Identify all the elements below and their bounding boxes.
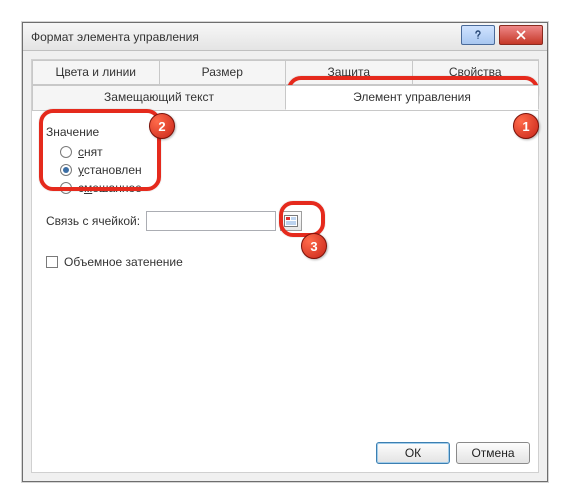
radio-checked[interactable]: установлен: [60, 163, 524, 177]
dialog-footer: ОК Отмена: [376, 442, 530, 464]
cell-link-label: Связь с ячейкой:: [46, 214, 140, 228]
cancel-button[interactable]: Отмена: [456, 442, 530, 464]
radio-unchecked[interactable]: снят: [60, 145, 524, 159]
radio-label: снят: [78, 145, 103, 159]
close-icon: [515, 29, 527, 41]
tab-colors-and-lines[interactable]: Цвета и линии: [32, 60, 160, 84]
tab-protection[interactable]: Защита: [285, 60, 413, 84]
radio-label: смешанное: [78, 181, 142, 195]
help-button[interactable]: [461, 25, 495, 45]
shading-checkbox-row[interactable]: Объемное затенение: [46, 255, 524, 269]
shading-label: Объемное затенение: [64, 255, 183, 269]
radio-icon: [60, 146, 72, 158]
tab-properties[interactable]: Свойства: [412, 60, 540, 84]
help-icon: [472, 29, 484, 41]
tabs-row-1: Цвета и линии Размер Защита Свойства: [32, 60, 538, 85]
cell-picker-button[interactable]: [280, 211, 302, 231]
radio-mixed[interactable]: смешанное: [60, 181, 524, 195]
tab-size[interactable]: Размер: [159, 60, 287, 84]
tabs-row-2: Замещающий текст Элемент управления: [32, 85, 538, 111]
tab-control[interactable]: Элемент управления: [285, 85, 539, 110]
radio-icon: [60, 164, 72, 176]
range-picker-icon: [284, 215, 298, 227]
titlebar: Формат элемента управления: [23, 23, 547, 51]
close-button[interactable]: [499, 25, 543, 45]
cell-link-input[interactable]: [146, 211, 276, 231]
checkbox-icon: [46, 256, 58, 268]
cell-link-row: Связь с ячейкой:: [46, 211, 524, 231]
tab-panel-control: Значение снят установлен смешанное Связь…: [32, 111, 538, 283]
dialog-window: Формат элемента управления Цвета и линии…: [22, 22, 548, 482]
radio-icon: [60, 182, 72, 194]
dialog-title: Формат элемента управления: [31, 30, 461, 44]
ok-button[interactable]: ОК: [376, 442, 450, 464]
tab-alt-text[interactable]: Замещающий текст: [32, 85, 286, 110]
dialog-body: Цвета и линии Размер Защита Свойства Зам…: [31, 59, 539, 473]
radio-label: установлен: [78, 163, 142, 177]
value-legend: Значение: [46, 125, 524, 139]
